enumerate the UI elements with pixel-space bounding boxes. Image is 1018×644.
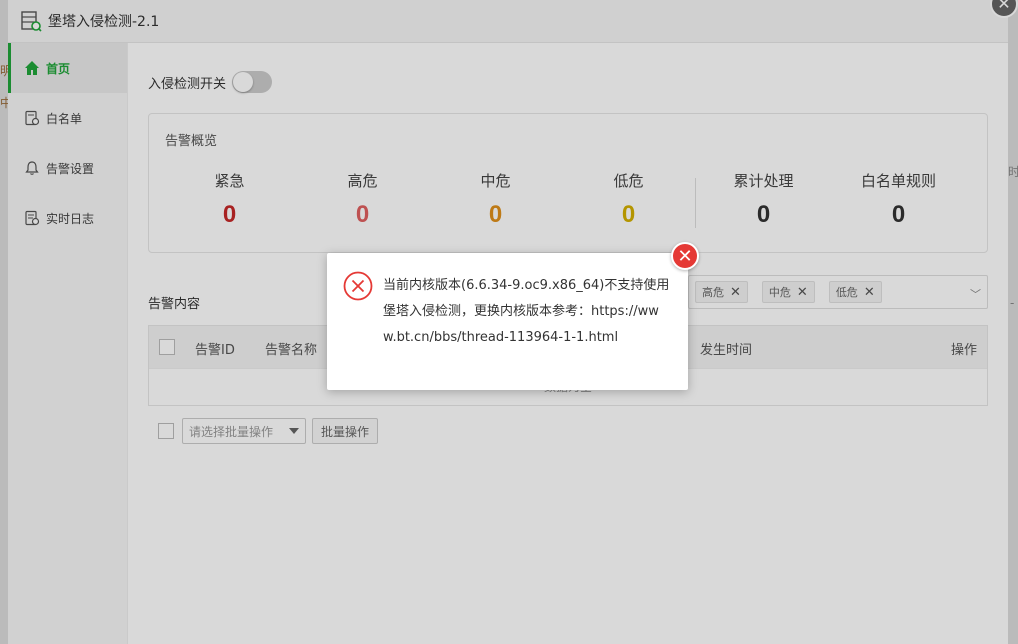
error-dialog: 当前内核版本(6.6.34-9.oc9.x86_64)不支持使用堡塔入侵检测，更…: [327, 253, 688, 390]
error-message: 当前内核版本(6.6.34-9.oc9.x86_64)不支持使用堡塔入侵检测，更…: [383, 278, 670, 345]
close-icon: ✕: [677, 245, 693, 267]
dialog-close-button[interactable]: ✕: [671, 242, 699, 270]
error-x-icon: [343, 271, 373, 301]
